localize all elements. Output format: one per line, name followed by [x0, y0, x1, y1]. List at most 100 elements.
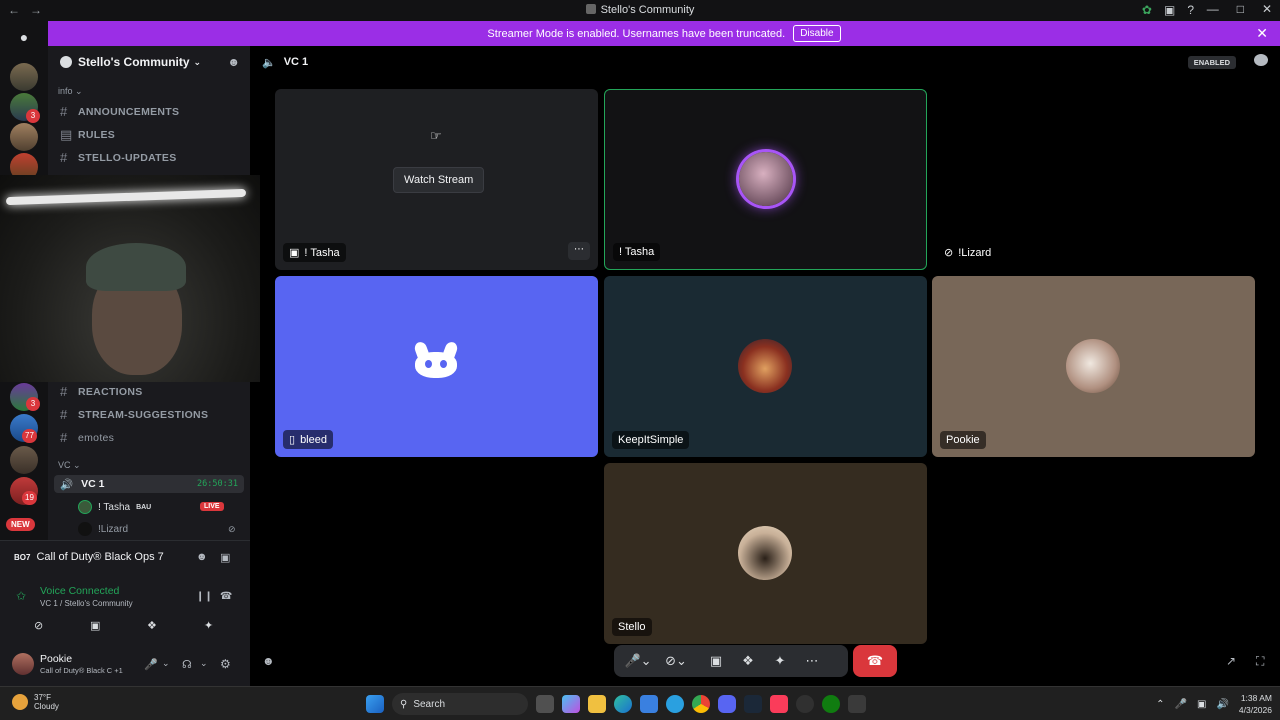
- channel-rules[interactable]: ▤ RULES: [60, 127, 115, 143]
- tile-lizard[interactable]: ⊘ !Lizard: [932, 89, 1255, 270]
- channel-reactions[interactable]: # REACTIONS: [60, 384, 143, 399]
- camera-off-icon[interactable]: ⊘: [34, 619, 43, 632]
- clock[interactable]: 1:38 AM 4/3/2026: [1239, 692, 1272, 716]
- discord-home-icon[interactable]: ●: [12, 29, 36, 47]
- camera-off-icon[interactable]: ⊘⌄: [660, 653, 692, 669]
- tile-pookie[interactable]: Pookie: [932, 276, 1255, 457]
- chevron-down-icon[interactable]: ⌄: [200, 658, 208, 669]
- soundboard-icon[interactable]: ✦: [764, 653, 796, 669]
- channel-label: RULES: [78, 129, 116, 141]
- guild-name: Stello's Community: [78, 55, 190, 69]
- add-activity-icon[interactable]: ☻: [262, 654, 275, 668]
- close-banner-icon[interactable]: ✕: [1256, 25, 1268, 42]
- disconnect-icon[interactable]: ☎: [220, 591, 232, 602]
- category-info[interactable]: info ⌄: [58, 86, 83, 97]
- tile-bleed[interactable]: ▯ bleed: [275, 276, 598, 457]
- activity-row[interactable]: BO7 Call of Duty® Black Ops 7: [14, 551, 164, 563]
- share-screen-icon[interactable]: ▣: [700, 653, 732, 669]
- disable-streamer-mode-button[interactable]: Disable: [793, 25, 841, 42]
- noise-suppression-icon[interactable]: ❙❙: [196, 591, 213, 602]
- close-window-button[interactable]: ✕: [1262, 2, 1272, 16]
- voice-user-tasha[interactable]: ! Tasha BAU: [78, 500, 151, 514]
- voice-connected-status[interactable]: Voice Connected: [40, 585, 119, 597]
- headphones-icon[interactable]: ☊: [182, 658, 192, 671]
- weather-widget[interactable]: 37°F Cloudy: [12, 693, 59, 711]
- file-explorer-icon[interactable]: [588, 695, 606, 713]
- avatar: [78, 500, 92, 514]
- add-friend-icon[interactable]: ☻: [196, 551, 208, 563]
- server-icon: [585, 4, 596, 14]
- inbox-icon[interactable]: ▣: [1164, 3, 1175, 17]
- chevron-down-icon: ⌄: [193, 56, 202, 67]
- server-badge: 77: [22, 429, 37, 443]
- watch-stream-button[interactable]: Watch Stream: [393, 167, 485, 193]
- minimize-button[interactable]: —: [1207, 2, 1219, 16]
- category-vc[interactable]: VC ⌄: [58, 460, 81, 471]
- fullscreen-icon[interactable]: ⛶: [1256, 654, 1264, 669]
- clock-date: 4/3/2026: [1238, 705, 1272, 715]
- telegram-icon[interactable]: [666, 695, 684, 713]
- voice-user-lizard[interactable]: !Lizard ⊘: [78, 522, 236, 536]
- chat-bubble-icon[interactable]: [1254, 54, 1268, 66]
- microphone-icon[interactable]: 🎤: [144, 658, 158, 671]
- search-icon: ⚲: [400, 698, 408, 710]
- music-icon[interactable]: [770, 695, 788, 713]
- channel-emotes[interactable]: # emotes: [60, 430, 114, 445]
- weather-desc: Cloudy: [34, 702, 59, 711]
- task-view-icon[interactable]: [536, 695, 554, 713]
- server-icon-7[interactable]: [10, 446, 38, 474]
- game-launcher-icon[interactable]: [848, 695, 866, 713]
- streamer-mode-enabled-badge[interactable]: ENABLED: [1187, 56, 1236, 69]
- steam-icon[interactable]: [744, 695, 762, 713]
- chevron-down-icon[interactable]: ⌄: [162, 658, 170, 669]
- copilot-icon[interactable]: [562, 695, 580, 713]
- tile-name: ! Tasha: [304, 246, 340, 259]
- activities-icon[interactable]: ❖: [147, 619, 157, 632]
- tile-tasha-cam[interactable]: ! Tasha: [604, 89, 927, 270]
- popout-icon[interactable]: ↗: [1226, 654, 1236, 668]
- taskbar-search[interactable]: ⚲ Search: [392, 693, 528, 715]
- game-icon: BO7: [14, 552, 31, 562]
- more-options-button[interactable]: ⋯: [568, 242, 590, 260]
- chevron-up-icon[interactable]: ⌃: [1156, 699, 1164, 710]
- network-icon[interactable]: ▣: [1197, 699, 1206, 710]
- obs-icon[interactable]: [796, 695, 814, 713]
- tile-keepitsimple[interactable]: KeepItSimple: [604, 276, 927, 457]
- activities-icon[interactable]: ❖: [732, 653, 764, 669]
- channel-label: REACTIONS: [78, 385, 143, 398]
- invite-people-icon[interactable]: ☻: [227, 55, 240, 69]
- user-avatar[interactable]: [12, 653, 34, 675]
- channel-stello-updates[interactable]: # STELLO-UPDATES: [60, 150, 177, 165]
- volume-icon[interactable]: 🔊: [1216, 699, 1228, 710]
- streamer-cap: [86, 243, 186, 291]
- tile-stello[interactable]: Stello: [604, 463, 927, 644]
- settings-gear-icon[interactable]: ⚙: [220, 657, 231, 671]
- server-icon-3[interactable]: [10, 123, 38, 151]
- channel-stream-suggestions[interactable]: # STREAM-SUGGESTIONS: [60, 407, 208, 422]
- tile-label: Stello: [612, 618, 652, 636]
- edge-icon[interactable]: [614, 695, 632, 713]
- voice-channel-vc1[interactable]: 🔊 VC 1 26:50:31: [54, 475, 244, 493]
- maximize-button[interactable]: □: [1237, 2, 1244, 16]
- chrome-icon[interactable]: [692, 695, 710, 713]
- microphone-icon[interactable]: 🎤: [1175, 699, 1187, 710]
- taskbar-apps: ⚲ Search: [366, 693, 866, 715]
- more-icon[interactable]: ⋯: [796, 653, 828, 669]
- channel-announcements[interactable]: # ANNOUNCEMENTS: [60, 104, 179, 119]
- soundboard-icon[interactable]: ✦: [204, 619, 213, 632]
- game-overlay-icon[interactable]: ▣: [220, 551, 230, 564]
- call-controls: 🎤⌄ ⊘⌄ ▣ ❖ ✦ ⋯: [614, 645, 848, 677]
- help-icon[interactable]: ?: [1187, 3, 1194, 17]
- voice-location[interactable]: VC 1 / Stello's Community: [40, 599, 133, 608]
- discord-taskbar-icon[interactable]: [718, 695, 736, 713]
- microphone-icon[interactable]: 🎤⌄: [622, 653, 654, 669]
- disconnect-call-button[interactable]: ☎: [853, 645, 897, 677]
- store-icon[interactable]: [640, 695, 658, 713]
- voice-channel-name: VC 1: [81, 478, 105, 490]
- server-icon-1[interactable]: [10, 63, 38, 91]
- nitro-leaf-icon[interactable]: ✿: [1142, 3, 1152, 17]
- share-screen-icon[interactable]: ▣: [90, 619, 100, 632]
- windows-start-icon[interactable]: [366, 695, 384, 713]
- guild-header[interactable]: Stello's Community ⌄ ☻: [48, 46, 250, 78]
- xbox-icon[interactable]: [822, 695, 840, 713]
